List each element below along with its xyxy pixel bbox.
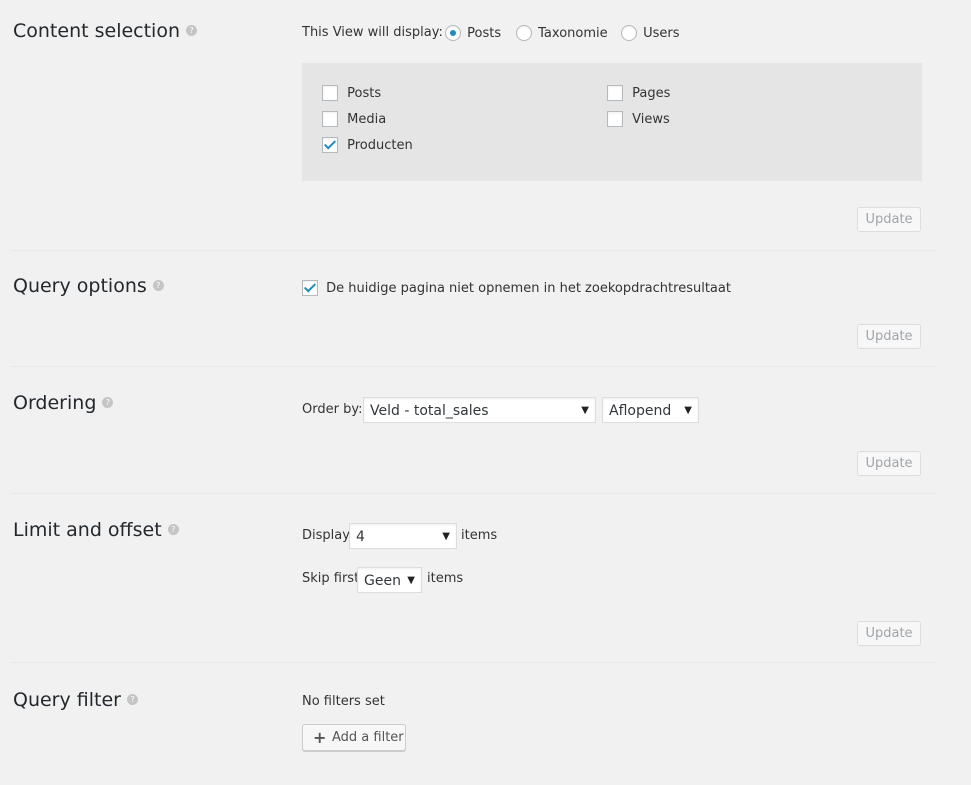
radio-taxonomie[interactable]: Taxonomie xyxy=(516,25,608,41)
checkbox-views[interactable]: Views xyxy=(607,111,670,127)
add-filter-button[interactable]: + Add a filter xyxy=(302,724,406,751)
checkbox-posts[interactable]: Posts xyxy=(322,85,381,101)
checkbox-producten-label: Producten xyxy=(347,137,413,153)
radio-button-icon[interactable] xyxy=(516,25,532,41)
radio-users-label: Users xyxy=(643,25,680,41)
ordering-title: Ordering? xyxy=(13,392,114,414)
skip-first-select[interactable]: Geen ▼ xyxy=(357,567,422,593)
display-label: This View will display: xyxy=(302,25,443,40)
checkbox-producten[interactable]: Producten xyxy=(322,137,413,153)
checkbox-pages-label: Pages xyxy=(632,85,671,101)
checkbox-media[interactable]: Media xyxy=(322,111,386,127)
section-divider xyxy=(10,493,936,494)
help-icon[interactable]: ? xyxy=(102,397,114,408)
radio-posts-label: Posts xyxy=(467,25,502,41)
checkbox-icon[interactable] xyxy=(607,111,623,127)
order-by-value: Veld - total_sales xyxy=(370,403,489,419)
order-by-label: Order by: xyxy=(302,402,363,417)
radio-posts[interactable]: Posts xyxy=(445,25,501,41)
display-count-select[interactable]: 4 ▼ xyxy=(349,523,457,549)
chevron-down-icon: ▼ xyxy=(684,405,692,416)
checkbox-icon[interactable] xyxy=(607,85,623,101)
checkbox-icon[interactable] xyxy=(322,111,338,127)
limit-offset-update-button[interactable]: Update xyxy=(857,621,921,646)
order-direction-value: Aflopend xyxy=(609,403,672,419)
order-by-select[interactable]: Veld - total_sales ▼ xyxy=(363,397,596,423)
query-options-title: Query options? xyxy=(13,275,164,297)
chevron-down-icon: ▼ xyxy=(442,531,450,542)
checkbox-posts-label: Posts xyxy=(347,85,382,101)
chevron-down-icon: ▼ xyxy=(407,575,415,586)
checkbox-pages[interactable]: Pages xyxy=(607,85,670,101)
exclude-current-page-checkbox[interactable]: De huidige pagina niet opnemen in het zo… xyxy=(302,280,731,296)
radio-taxonomie-label: Taxonomie xyxy=(538,25,608,41)
add-filter-label: Add a filter xyxy=(332,730,404,745)
checkbox-icon[interactable] xyxy=(322,137,338,153)
skip-items-label: items xyxy=(427,571,464,586)
display-count-value: 4 xyxy=(356,529,365,545)
section-divider xyxy=(10,366,936,367)
items-label: items xyxy=(461,528,498,543)
section-divider xyxy=(10,250,936,251)
order-direction-select[interactable]: Aflopend ▼ xyxy=(602,397,699,423)
content-selection-update-button[interactable]: Update xyxy=(857,207,921,232)
display-count-label: Display xyxy=(302,528,350,543)
ordering-update-button[interactable]: Update xyxy=(857,451,921,476)
help-icon[interactable]: ? xyxy=(167,524,179,535)
help-icon[interactable]: ? xyxy=(186,25,198,36)
exclude-current-page-label: De huidige pagina niet opnemen in het zo… xyxy=(326,280,731,296)
help-icon[interactable]: ? xyxy=(152,280,164,291)
query-options-update-button[interactable]: Update xyxy=(857,324,921,349)
radio-button-icon[interactable] xyxy=(445,25,461,41)
checkbox-icon[interactable] xyxy=(322,85,338,101)
checkbox-media-label: Media xyxy=(347,111,387,127)
plus-icon: + xyxy=(313,728,327,747)
query-filter-title: Query filter? xyxy=(13,689,138,711)
checkbox-views-label: Views xyxy=(632,111,670,127)
skip-first-label: Skip first xyxy=(302,571,360,586)
radio-users[interactable]: Users xyxy=(621,25,680,41)
help-icon[interactable]: ? xyxy=(126,694,138,705)
chevron-down-icon: ▼ xyxy=(581,405,589,416)
content-selection-title: Content selection? xyxy=(13,20,198,42)
skip-first-value: Geen xyxy=(364,573,401,589)
limit-offset-title: Limit and offset? xyxy=(13,519,179,541)
radio-button-icon[interactable] xyxy=(621,25,637,41)
section-divider xyxy=(10,662,936,663)
no-filters-text: No filters set xyxy=(302,694,385,709)
checkbox-icon[interactable] xyxy=(302,280,318,296)
